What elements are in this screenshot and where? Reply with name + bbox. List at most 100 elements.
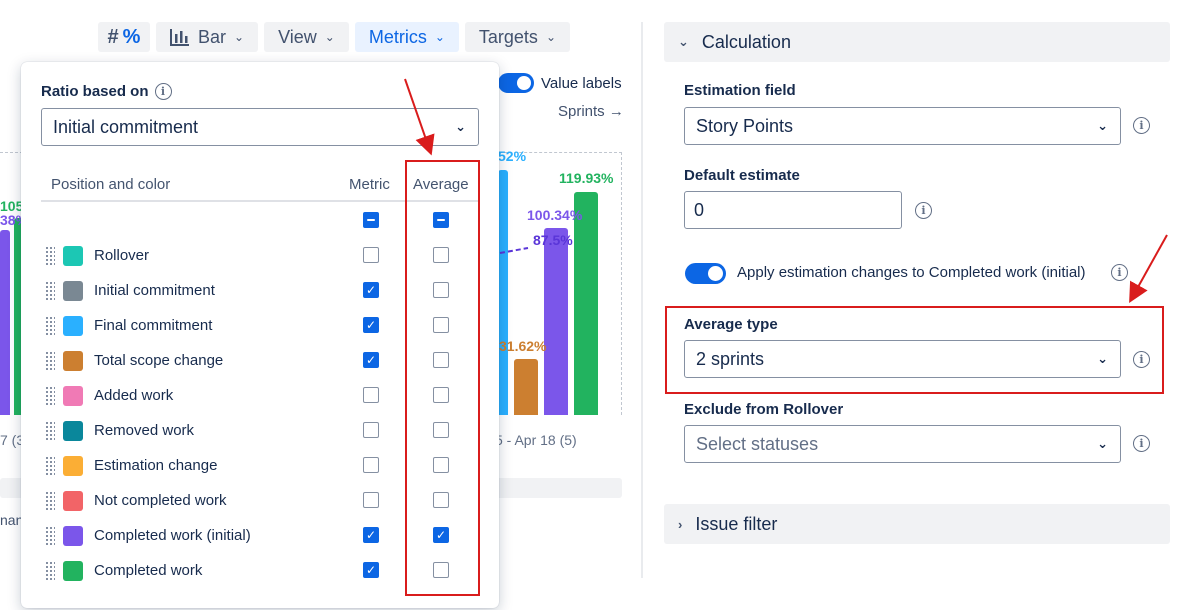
bar-value-label: 100.34% — [527, 207, 583, 223]
bar-value-label: 52% — [498, 148, 527, 164]
info-icon[interactable]: i — [915, 202, 932, 219]
drag-handle-icon[interactable] — [45, 315, 55, 336]
exclude-statuses-placeholder: Select statuses — [696, 433, 819, 454]
chart-type-label: Bar — [198, 26, 227, 47]
drag-handle-icon[interactable] — [45, 455, 55, 476]
value-labels-toggle[interactable] — [498, 73, 534, 93]
calculation-section-header[interactable]: ⌄ Calculation — [664, 22, 1170, 62]
col-header-metric: Metric — [349, 176, 390, 193]
color-swatch[interactable] — [63, 350, 83, 371]
chevron-down-icon: ⌄ — [1097, 436, 1108, 451]
bar-value-label: 87.5% — [533, 232, 573, 248]
view-dropdown[interactable]: View ⌄ — [264, 22, 349, 52]
info-icon[interactable]: i — [1133, 435, 1150, 452]
percent-icon[interactable]: % — [123, 26, 141, 49]
drag-handle-icon[interactable] — [45, 350, 55, 371]
annotation-arrow — [1129, 234, 1168, 303]
drag-handle-icon[interactable] — [45, 420, 55, 441]
estimation-field-select[interactable]: Story Points ⌄ — [684, 107, 1121, 145]
default-estimate-value: 0 — [694, 199, 705, 220]
info-icon[interactable]: i — [1133, 117, 1150, 134]
color-swatch[interactable] — [63, 245, 83, 266]
default-estimate-input[interactable]: 0 — [684, 191, 902, 229]
color-swatch[interactable] — [63, 490, 83, 511]
metric-checkbox[interactable] — [363, 457, 379, 473]
chart-bar[interactable] — [514, 359, 538, 415]
color-swatch[interactable] — [63, 315, 83, 336]
color-swatch[interactable] — [63, 525, 83, 546]
metric-checkbox[interactable] — [363, 422, 379, 438]
apply-estimation-toggle[interactable] — [685, 263, 726, 284]
chevron-down-icon: ⌄ — [324, 30, 335, 44]
apply-estimation-label: Apply estimation changes to Completed wo… — [737, 264, 1086, 281]
issue-filter-section-header[interactable]: › Issue filter — [664, 504, 1170, 544]
drag-handle-icon[interactable] — [45, 245, 55, 266]
hash-icon[interactable]: # — [108, 26, 119, 49]
drag-handle-icon[interactable] — [45, 490, 55, 511]
chevron-down-icon: ⌄ — [545, 30, 556, 44]
drag-handle-icon[interactable] — [45, 280, 55, 301]
metric-label: Initial commitment — [94, 282, 215, 299]
chevron-down-icon: ⌄ — [434, 30, 445, 44]
chevron-down-icon: ⌄ — [455, 119, 466, 134]
metric-select-all-checkbox[interactable] — [363, 212, 379, 228]
exclude-statuses-select[interactable]: Select statuses ⌄ — [684, 425, 1121, 463]
color-swatch[interactable] — [63, 560, 83, 581]
sprints-link[interactable]: Sprints → — [558, 103, 624, 120]
count-percent-toggle[interactable]: # % — [98, 22, 150, 52]
color-swatch[interactable] — [63, 280, 83, 301]
ratio-select[interactable]: Initial commitment ⌄ — [41, 108, 479, 146]
ratio-value: Initial commitment — [53, 116, 199, 137]
metric-checkbox[interactable] — [363, 247, 379, 263]
value-labels-label: Value labels — [541, 75, 622, 92]
metric-label: Total scope change — [94, 352, 224, 369]
chevron-down-icon: ⌄ — [678, 34, 689, 49]
color-swatch[interactable] — [63, 420, 83, 441]
chevron-right-icon: › — [678, 516, 683, 532]
chart-bar[interactable] — [498, 170, 508, 415]
metric-label: Rollover — [94, 247, 150, 264]
annotation-highlight-average-type — [665, 306, 1164, 394]
metrics-label: Metrics — [368, 26, 427, 47]
metric-checkbox[interactable]: ✓ — [363, 282, 379, 298]
chart-bar[interactable] — [0, 230, 10, 415]
bar-value-label: 119.93% — [559, 170, 614, 186]
view-label: View — [278, 26, 317, 47]
color-swatch[interactable] — [63, 455, 83, 476]
metric-checkbox[interactable]: ✓ — [363, 317, 379, 333]
exclude-rollover-label: Exclude from Rollover — [684, 401, 844, 418]
drag-handle-icon[interactable] — [45, 525, 55, 546]
info-icon[interactable]: i — [154, 83, 172, 100]
color-swatch[interactable] — [63, 385, 83, 406]
col-header-position: Position and color — [51, 176, 171, 193]
drag-handle-icon[interactable] — [45, 385, 55, 406]
ratio-label-row: Ratio based on i — [41, 83, 172, 100]
metric-checkbox[interactable]: ✓ — [363, 352, 379, 368]
calculation-title: Calculation — [701, 31, 791, 52]
estimation-field-label: Estimation field — [684, 82, 796, 99]
drag-handle-icon[interactable] — [45, 560, 55, 581]
issue-filter-title: Issue filter — [695, 513, 778, 534]
annotation-highlight-average-column — [405, 160, 480, 596]
metric-checkbox[interactable]: ✓ — [363, 562, 379, 578]
bar-chart-icon — [170, 29, 189, 46]
metrics-dropdown[interactable]: Metrics ⌄ — [354, 22, 459, 52]
estimation-field-value: Story Points — [696, 115, 794, 136]
chart-bar[interactable] — [574, 192, 598, 415]
targets-label: Targets — [478, 26, 538, 47]
chart-type-dropdown[interactable]: Bar ⌄ — [156, 22, 259, 52]
x-axis-label: 5 - Apr 18 (5) — [495, 432, 577, 448]
metric-checkbox[interactable] — [363, 387, 379, 403]
metric-label: Removed work — [94, 422, 195, 439]
chevron-down-icon: ⌄ — [234, 30, 245, 44]
default-estimate-label: Default estimate — [684, 167, 800, 184]
metric-label: Completed work — [94, 562, 203, 579]
chevron-down-icon: ⌄ — [1097, 118, 1108, 133]
metric-label: Estimation change — [94, 457, 218, 474]
targets-dropdown[interactable]: Targets ⌄ — [464, 22, 570, 52]
metric-checkbox[interactable]: ✓ — [363, 527, 379, 543]
metric-checkbox[interactable] — [363, 492, 379, 508]
info-icon[interactable]: i — [1111, 264, 1128, 281]
legend-item[interactable]: nan — [0, 512, 23, 528]
chart-bar[interactable] — [544, 228, 568, 415]
